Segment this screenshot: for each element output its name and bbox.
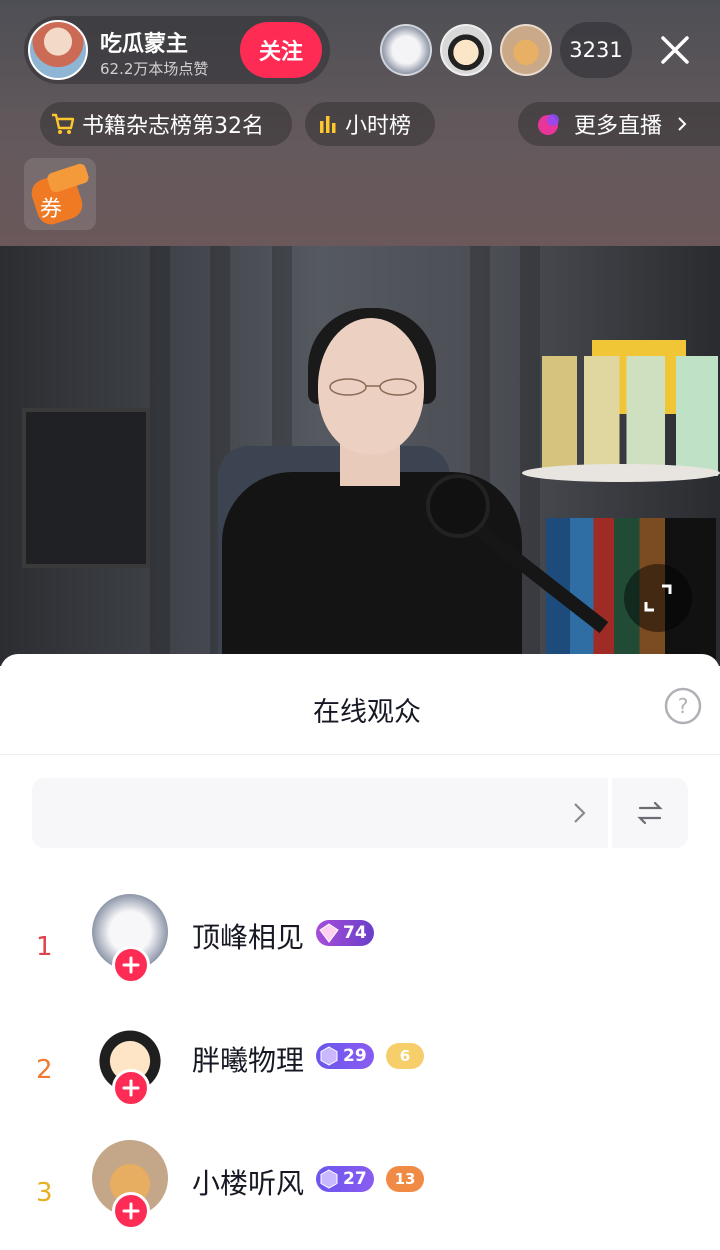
viewer-count[interactable]: 3231	[560, 22, 632, 78]
host-name: 吃瓜蒙主	[100, 32, 189, 57]
my-rank-bar[interactable]	[32, 778, 608, 848]
live-video[interactable]	[0, 246, 720, 666]
sort-switch-button[interactable]	[612, 778, 688, 848]
level-badge: 27	[316, 1166, 374, 1192]
live-orb-icon	[538, 114, 559, 135]
cart-icon	[52, 113, 75, 134]
glasses	[329, 378, 417, 396]
more-live-chip[interactable]: 更多直播	[518, 102, 720, 146]
viewer-row[interactable]: 1 顶峰相见 74	[0, 894, 720, 1004]
category-rank-chip[interactable]: 书籍杂志榜第32名	[40, 102, 292, 146]
close-icon[interactable]	[655, 30, 695, 70]
fan-badge: 6	[386, 1043, 424, 1069]
divider	[0, 754, 720, 755]
more-live-label: 更多直播	[574, 114, 663, 139]
follow-viewer-button[interactable]	[112, 1069, 150, 1107]
microphone	[430, 478, 486, 534]
host-likes: 62.2万本场点赞	[100, 60, 209, 78]
fullscreen-button[interactable]	[624, 564, 692, 632]
top-viewer-avatar[interactable]	[500, 24, 552, 76]
viewer-rank: 2	[36, 1055, 53, 1085]
plus-icon	[122, 1079, 140, 1097]
curtain-fold	[150, 246, 170, 666]
help-icon[interactable]: ?	[663, 686, 703, 726]
svg-text:?: ?	[678, 694, 689, 718]
curtain-fold	[520, 246, 540, 666]
switch-icon	[637, 801, 663, 825]
follow-button[interactable]: 关注	[240, 22, 322, 78]
follow-viewer-button[interactable]	[112, 1192, 150, 1230]
level-badge: 29	[316, 1043, 374, 1069]
chevron-right-icon	[574, 803, 586, 823]
hourly-rank-chip[interactable]: 小时榜	[305, 102, 435, 146]
host-info[interactable]: 吃瓜蒙主 62.2万本场点赞 关注	[24, 16, 330, 84]
bar-chart-icon	[320, 116, 336, 133]
wall-poster	[22, 408, 150, 568]
sheet-title: 在线观众	[313, 697, 421, 728]
live-top-bar: 吃瓜蒙主 62.2万本场点赞 关注 3231 书籍杂志榜第32名 小时榜 更多直…	[0, 0, 720, 246]
top-viewer-avatar[interactable]	[380, 24, 432, 76]
coupon-button[interactable]: 券	[24, 158, 96, 230]
coupon-icon: 券	[31, 163, 89, 225]
viewer-row[interactable]: 2 胖曦物理 29 6	[0, 1017, 720, 1127]
plus-icon	[122, 956, 140, 974]
plus-icon	[122, 1202, 140, 1220]
shelf	[522, 464, 720, 482]
viewer-name: 顶峰相见	[192, 921, 305, 954]
viewer-name: 小楼听风	[192, 1167, 305, 1200]
gem-icon	[319, 923, 339, 943]
bottles	[542, 356, 718, 476]
top-viewer-avatar[interactable]	[440, 24, 492, 76]
hourly-rank-label: 小时榜	[345, 114, 412, 139]
level-value: 74	[343, 923, 367, 943]
viewer-name: 胖曦物理	[192, 1044, 305, 1077]
svg-text:券: 券	[40, 197, 62, 222]
category-rank-label: 书籍杂志榜第32名	[82, 114, 264, 139]
hexagon-icon	[320, 1169, 338, 1189]
follow-viewer-button[interactable]	[112, 946, 150, 984]
hexagon-icon	[320, 1046, 338, 1066]
level-badge: 74	[316, 920, 374, 946]
online-audience-sheet: 在线观众 ? 1 顶峰相见 74 2 胖曦物理 29 6 3 小楼听风 27 1…	[0, 654, 720, 1230]
level-value: 29	[343, 1046, 367, 1066]
fan-badge: 13	[386, 1166, 424, 1192]
host-avatar[interactable]	[28, 20, 88, 80]
chevron-right-icon	[678, 117, 687, 131]
viewer-row[interactable]: 3 小楼听风 27 13	[0, 1140, 720, 1250]
fullscreen-icon	[644, 584, 672, 612]
viewer-rank: 3	[36, 1178, 53, 1208]
viewer-rank: 1	[36, 932, 53, 962]
level-value: 27	[343, 1169, 367, 1189]
